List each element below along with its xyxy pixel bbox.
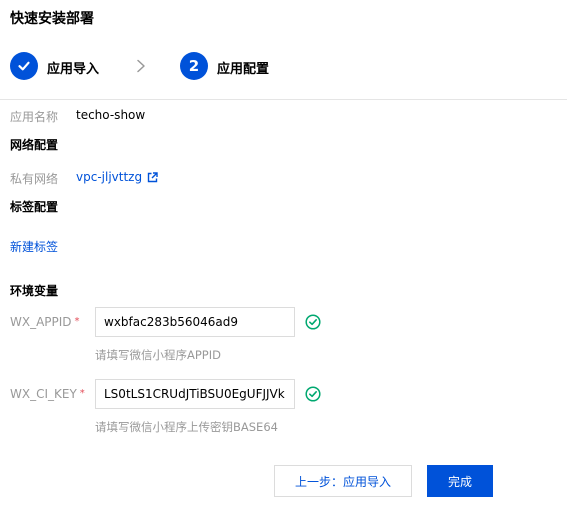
wx-appid-hint: 请填写微信小程序APPID xyxy=(95,348,221,362)
env-section-title: 环境变量 xyxy=(10,284,59,298)
vpc-link[interactable]: vpc-jljvttzg xyxy=(76,170,158,184)
wx-ci-key-input[interactable] xyxy=(95,379,295,409)
stepper: 应用导入 2 应用配置 xyxy=(0,50,567,82)
required-mark: * xyxy=(74,316,80,327)
new-tag-link[interactable]: 新建标签 xyxy=(10,238,58,255)
step-1-label[interactable]: 应用导入 xyxy=(47,58,99,77)
chevron-right-icon xyxy=(136,58,146,77)
wx-appid-label-text: WX_APPID xyxy=(10,315,72,329)
wx-ci-key-hint: 请填写微信小程序上传密钥BASE64 xyxy=(95,420,278,434)
app-name-label: 应用名称 xyxy=(10,110,59,124)
divider xyxy=(0,99,567,100)
network-section-title: 网络配置 xyxy=(10,138,59,152)
wx-appid-label: WX_APPID * xyxy=(10,315,80,329)
app-name-value: techo-show xyxy=(76,108,146,122)
wx-ci-key-label: WX_CI_KEY * xyxy=(10,387,85,401)
page-title: 快速安装部署 xyxy=(10,11,94,27)
step-2-label: 应用配置 xyxy=(217,62,270,77)
external-link-icon[interactable] xyxy=(147,171,158,183)
check-circle-icon xyxy=(305,386,321,406)
step-1-check-icon xyxy=(10,52,38,80)
prev-step-button[interactable]: 上一步：应用导入 xyxy=(274,465,412,497)
vpc-link-text[interactable]: vpc-jljvttzg xyxy=(76,170,142,184)
wx-ci-key-label-text: WX_CI_KEY xyxy=(10,387,77,401)
required-mark: * xyxy=(79,388,85,399)
step-2-number: 2 xyxy=(180,52,208,80)
vpc-label: 私有网络 xyxy=(10,172,59,186)
wx-appid-input[interactable] xyxy=(95,307,295,337)
check-circle-icon xyxy=(305,314,321,334)
finish-button[interactable]: 完成 xyxy=(427,465,493,497)
tags-section-title: 标签配置 xyxy=(10,200,59,214)
